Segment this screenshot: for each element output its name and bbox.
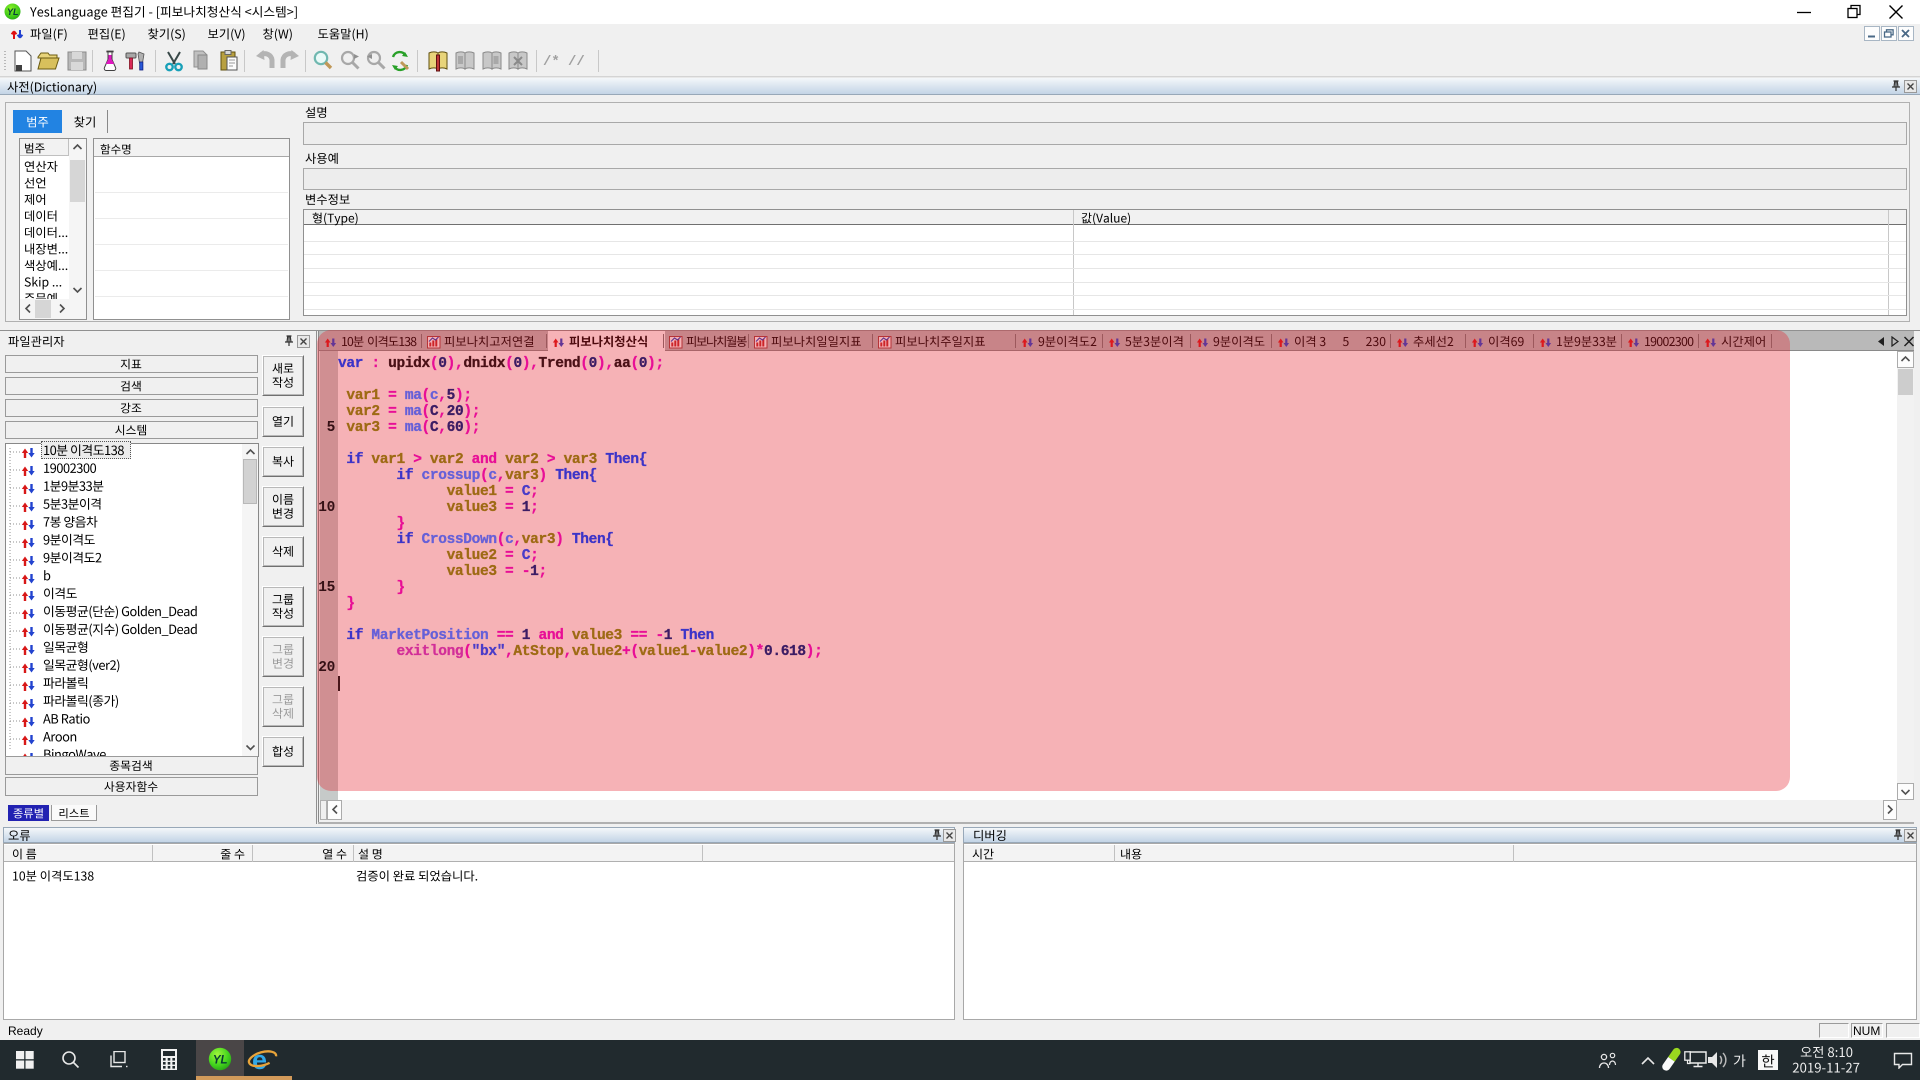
svg-text:YL: YL (213, 1054, 228, 1066)
svg-text:e: e (252, 1045, 267, 1074)
svg-text:/*: /* (543, 54, 560, 68)
svg-text://: // (568, 54, 585, 68)
svg-text:YL: YL (7, 7, 19, 17)
